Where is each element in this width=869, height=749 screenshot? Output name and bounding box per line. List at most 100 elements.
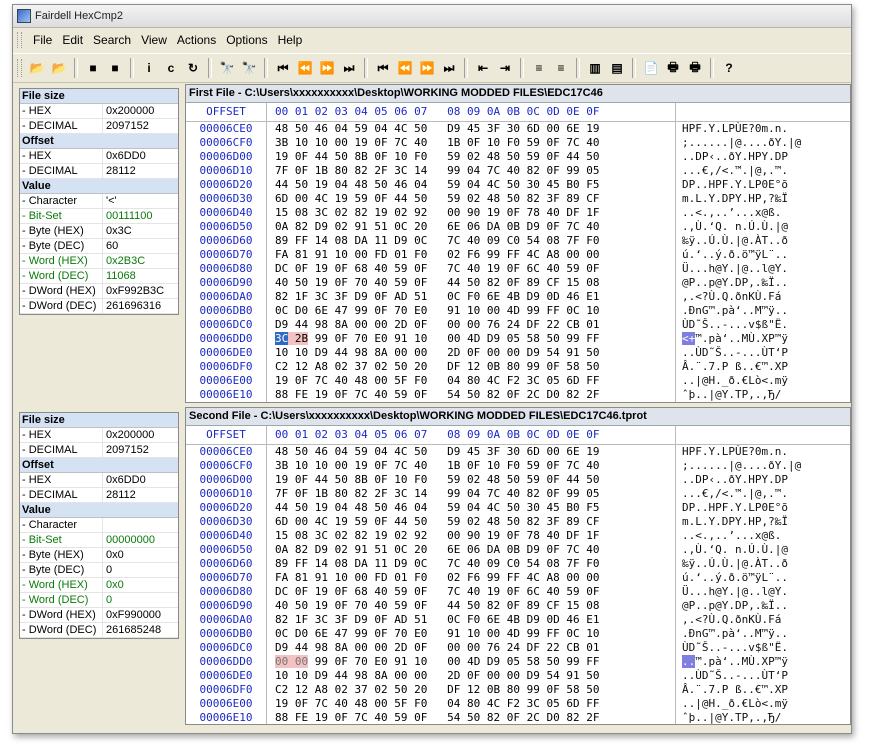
row-ascii[interactable]: <+™.pà‘..MÙ.XP™ÿ xyxy=(676,332,788,346)
prev-diff-button[interactable]: ⏪ xyxy=(295,58,315,78)
row-ascii[interactable]: DP..HPF.Y.LP0E°õ xyxy=(676,178,788,192)
row-hex-bytes[interactable]: DC 0F 19 0F 68 40 59 0F 7C 40 19 0F 6C 4… xyxy=(267,262,676,276)
row-hex-bytes[interactable]: 82 1F 3C 3F D9 0F AD 51 0C F0 6E 4B D9 0… xyxy=(267,290,676,304)
row-ascii[interactable]: ‚.<?Ù.­Q.ðnKÙ.Fá xyxy=(676,290,781,304)
row-hex-bytes[interactable]: 82 1F 3C 3F D9 0F AD 51 0C F0 6E 4B D9 0… xyxy=(267,613,676,627)
row-ascii[interactable]: .‚Ù.‘Q. n.Ú.Ù.|@ xyxy=(676,543,788,557)
row-hex-bytes[interactable]: 88 FE 19 0F 7C 40 59 0F 54 50 82 0F 2C D… xyxy=(267,388,676,402)
row-hex-bytes[interactable]: 19 0F 7C 40 48 00 5F F0 04 80 4C F2 3C 0… xyxy=(267,374,676,388)
row-hex-bytes[interactable]: 10 10 D9 44 98 8A 00 00 2D 0F 00 00 D9 5… xyxy=(267,669,676,683)
compare-button[interactable]: c xyxy=(161,58,181,78)
row-hex-bytes[interactable]: 0C D0 6E 47 99 0F 70 E0 91 10 00 4D 99 F… xyxy=(267,304,676,318)
row-hex-bytes[interactable]: C2 12 A8 02 37 02 50 20 DF 12 0B 80 99 0… xyxy=(267,360,676,374)
row-ascii[interactable]: ÙD˜Š..-...v$ß"Ë. xyxy=(676,641,788,655)
row-ascii[interactable]: ;......|@....ðY.|@ xyxy=(676,459,801,473)
row-ascii[interactable]: Â.¨.7.P ß..€™.XP xyxy=(676,683,788,697)
row-ascii[interactable]: HPF.Y.LPÙE?0m.n. xyxy=(676,122,788,136)
row-hex-bytes[interactable]: 3B 10 10 00 19 0F 7C 40 1B 0F 10 F0 59 0… xyxy=(267,136,676,150)
sync-right-button[interactable]: ⇥ xyxy=(495,58,515,78)
row-hex-bytes[interactable]: 15 08 3C 02 82 19 02 92 00 90 19 0F 78 4… xyxy=(267,206,676,220)
row-hex-bytes[interactable]: 0C D0 6E 47 99 0F 70 E0 91 10 00 4D 99 F… xyxy=(267,627,676,641)
menu-options[interactable]: Options xyxy=(221,33,272,47)
first-diff-button[interactable]: ⏮ xyxy=(273,58,293,78)
menu-edit[interactable]: Edit xyxy=(57,33,88,47)
ascii-diff[interactable]: <+ xyxy=(682,332,696,345)
row-hex-bytes[interactable]: 89 FF 14 08 DA 11 D9 0C 7C 40 09 C0 54 0… xyxy=(267,234,676,248)
row-ascii[interactable]: ‰ÿ..Ú.Ù.|@.ÀT..ð xyxy=(676,557,788,571)
info-button[interactable]: i xyxy=(139,58,159,78)
next-diff-button[interactable]: ⏩ xyxy=(317,58,337,78)
row-hex-bytes[interactable]: DC 0F 19 0F 68 40 59 0F 7C 40 19 0F 6C 4… xyxy=(267,585,676,599)
row-hex-bytes[interactable]: 88 FE 19 0F 7C 40 59 0F 54 50 82 0F 2C D… xyxy=(267,711,676,724)
row-ascii[interactable]: .ÐnG™.pà‘..M™ÿ.. xyxy=(676,304,788,318)
row-ascii[interactable]: ÙD˜Š..-...v$ß"Ë. xyxy=(676,318,788,332)
row-hex-bytes[interactable]: 19 0F 44 50 8B 0F 10 F0 59 02 48 50 59 0… xyxy=(267,473,676,487)
row-hex-bytes[interactable]: 15 08 3C 02 82 19 02 92 00 90 19 0F 78 4… xyxy=(267,529,676,543)
row-ascii[interactable]: ..ÙD˜Š..-...ÙT‘P xyxy=(676,346,788,360)
row-ascii[interactable]: ;......|@....ðY.|@ xyxy=(676,136,801,150)
row-ascii[interactable]: m.L.Y.DPY.HP‚?‰Ï xyxy=(676,192,788,206)
row-hex-bytes[interactable]: 89 FF 14 08 DA 11 D9 0C 7C 40 09 C0 54 0… xyxy=(267,557,676,571)
row-ascii[interactable]: ú.‘..ý.ð.ö™ÿL¨.. xyxy=(676,248,788,262)
row-ascii[interactable]: ..|@H._ð.€Lò<.mÿ xyxy=(676,697,788,711)
menu-help[interactable]: Help xyxy=(273,33,308,47)
print-preview-button[interactable]: 🖶 xyxy=(685,58,705,78)
row-hex-bytes[interactable]: 6D 00 4C 19 59 0F 44 50 59 02 48 50 82 3… xyxy=(267,515,676,529)
row-ascii[interactable]: Ü...h@Y.|@..l@Y. xyxy=(676,585,788,599)
row-ascii[interactable]: .‚Ù.‘Q. n.Ú.Ù.|@ xyxy=(676,220,788,234)
align-bottom-button[interactable]: ≡ xyxy=(551,58,571,78)
second-file-hex-rows[interactable]: 00006CE0 48 50 46 04 59 04 4C 50 D9 45 3F… xyxy=(186,445,850,724)
row-hex-bytes[interactable]: 44 50 19 04 48 50 46 04 59 04 4C 50 30 4… xyxy=(267,501,676,515)
find-next-button[interactable]: 🔭 xyxy=(239,58,259,78)
row-hex-bytes[interactable]: C2 12 A8 02 37 02 50 20 DF 12 0B 80 99 0… xyxy=(267,683,676,697)
row-ascii[interactable]: ..ÙD˜Š..-...ÙT‘P xyxy=(676,669,788,683)
ascii-diff[interactable]: .. xyxy=(682,655,696,668)
stop-button[interactable]: ■ xyxy=(83,58,103,78)
row-hex-bytes[interactable]: 40 50 19 0F 70 40 59 0F 44 50 82 0F 89 C… xyxy=(267,599,676,613)
row-ascii[interactable]: ‚.<?Ù.­Q.ðnKÙ.Fá xyxy=(676,613,781,627)
diff-byte[interactable]: 2B xyxy=(288,332,309,345)
row-ascii[interactable]: ...€‚/<.™.|@‚.™. xyxy=(676,164,788,178)
help-button[interactable]: ? xyxy=(719,58,739,78)
row-hex-bytes[interactable]: 44 50 19 04 48 50 46 04 59 04 4C 50 30 4… xyxy=(267,178,676,192)
row-hex-bytes[interactable]: 7F 0F 1B 80 82 2F 3C 14 99 04 7C 40 82 0… xyxy=(267,164,676,178)
menu-file[interactable]: File xyxy=(28,33,57,47)
find-button[interactable]: 🔭 xyxy=(217,58,237,78)
row-hex-bytes[interactable]: 3B 10 10 00 19 0F 7C 40 1B 0F 10 F0 59 0… xyxy=(267,459,676,473)
sync-left-button[interactable]: ⇤ xyxy=(473,58,493,78)
row-hex-bytes[interactable]: FA 81 91 10 00 FD 01 F0 02 F6 99 FF 4C A… xyxy=(267,571,676,585)
row-hex-bytes[interactable]: 00 00 99 0F 70 E0 91 10 00 4D D9 05 58 5… xyxy=(267,655,676,669)
row-ascii[interactable]: ..DP‹..ðY.HPY.DP xyxy=(676,473,788,487)
row-hex-bytes[interactable]: 0A 82 D9 02 91 51 0C 20 6E 06 DA 0B D9 0… xyxy=(267,220,676,234)
menu-view[interactable]: View xyxy=(136,33,172,47)
open-second-button[interactable]: 📂 xyxy=(49,58,69,78)
first-file-hex-rows[interactable]: 00006CE0 48 50 46 04 59 04 4C 50 D9 45 3F… xyxy=(186,122,850,402)
row-ascii[interactable]: ˆþ..|@Y.TP‚.,Ђ/ xyxy=(676,388,781,402)
row-hex-bytes[interactable]: 19 0F 7C 40 48 00 5F F0 04 80 4C F2 3C 0… xyxy=(267,697,676,711)
row-hex-bytes[interactable]: 10 10 D9 44 98 8A 00 00 2D 0F 00 00 D9 5… xyxy=(267,346,676,360)
row-hex-bytes[interactable]: 40 50 19 0F 70 40 59 0F 44 50 82 0F 89 C… xyxy=(267,276,676,290)
prev-block-button[interactable]: ⏪ xyxy=(395,58,415,78)
menu-actions[interactable]: Actions xyxy=(172,33,221,47)
next-block-button[interactable]: ⏩ xyxy=(417,58,437,78)
refresh-button[interactable]: ↻ xyxy=(183,58,203,78)
stop2-button[interactable]: ■ xyxy=(105,58,125,78)
row-hex-bytes[interactable]: FA 81 91 10 00 FD 01 F0 02 F6 99 FF 4C A… xyxy=(267,248,676,262)
row-ascii[interactable]: m.L.Y.DPY.HP‚?‰Ï xyxy=(676,515,788,529)
row-ascii[interactable]: ..|@H._ð.€Lò<.mÿ xyxy=(676,374,788,388)
row-ascii[interactable]: ...€‚/<.™.|@‚.™. xyxy=(676,487,788,501)
first-block-button[interactable]: ⏮ xyxy=(373,58,393,78)
print-button[interactable]: 🖶 xyxy=(663,58,683,78)
row-hex-bytes[interactable]: D9 44 98 8A 00 00 2D 0F 00 00 76 24 DF 2… xyxy=(267,641,676,655)
align-top-button[interactable]: ≡ xyxy=(529,58,549,78)
menu-search[interactable]: Search xyxy=(88,33,136,47)
last-diff-button[interactable]: ⏭ xyxy=(339,58,359,78)
row-ascii[interactable]: ú.‘..ý.ð.ö™ÿL¨.. xyxy=(676,571,788,585)
row-ascii[interactable]: ˆþ..|@Y.TP‚.,Ђ/ xyxy=(676,711,781,724)
diff-byte[interactable]: 00 00 xyxy=(275,655,309,668)
row-ascii[interactable]: @P..p@Y.DP‚.‰Ï.. xyxy=(676,599,788,613)
row-ascii[interactable]: ..DP‹..ðY.HPY.DP xyxy=(676,150,788,164)
row-hex-bytes[interactable]: 6D 00 4C 19 59 0F 44 50 59 02 48 50 82 3… xyxy=(267,192,676,206)
last-block-button[interactable]: ⏭ xyxy=(439,58,459,78)
row-ascii[interactable]: Ü...h@Y.|@..l@Y. xyxy=(676,262,788,276)
